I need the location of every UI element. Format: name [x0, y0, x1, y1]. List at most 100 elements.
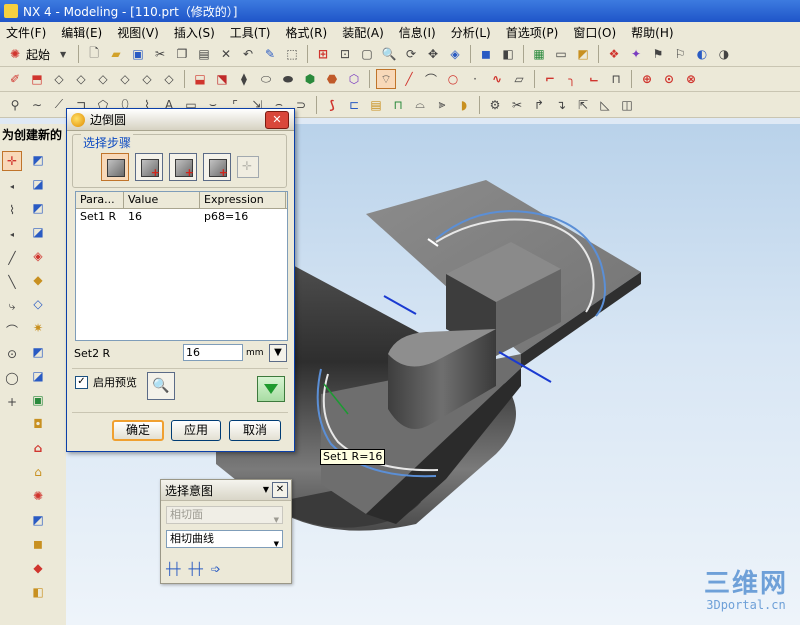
paste-icon[interactable]: ▤: [195, 45, 213, 63]
ok-button[interactable]: 确定: [112, 420, 164, 441]
wave-curve-icon[interactable]: ∼: [28, 96, 46, 114]
extrude-icon[interactable]: ⬒: [28, 70, 46, 88]
start-icon[interactable]: ✺: [6, 45, 24, 63]
enable-preview-checkbox[interactable]: ✓: [75, 375, 88, 389]
render-style-icon[interactable]: ◼: [477, 45, 495, 63]
menu-information[interactable]: 信息(I): [399, 24, 436, 41]
zoom-icon[interactable]: 🔍: [380, 45, 398, 63]
show-icon[interactable]: ⚐: [671, 45, 689, 63]
column-header-expression[interactable]: Expression: [200, 192, 286, 208]
chevron-icon[interactable]: ◂: [3, 225, 21, 243]
column-header-value[interactable]: Value: [124, 192, 200, 208]
face-rule-select[interactable]: 相切面 ▼: [166, 506, 283, 524]
object-display-icon[interactable]: ✦: [627, 45, 645, 63]
start-label[interactable]: 起始: [26, 46, 50, 63]
apply-button[interactable]: 应用: [171, 420, 221, 441]
spline-icon[interactable]: ∿: [488, 70, 506, 88]
sew-icon[interactable]: ⚙: [486, 96, 504, 114]
line-tool-icon[interactable]: ╱: [3, 249, 21, 267]
sphere-icon[interactable]: ◇: [138, 70, 156, 88]
follow-fillet-icon[interactable]: ┼┼: [166, 562, 180, 576]
menu-tools[interactable]: 工具(T): [230, 24, 271, 41]
surface-5-icon[interactable]: ◆: [29, 271, 47, 289]
arc-tool-icon[interactable]: ⌒: [3, 321, 21, 339]
undo-icon[interactable]: ↶: [239, 45, 257, 63]
shell-icon[interactable]: ⊓: [607, 70, 625, 88]
edge-blend-icon[interactable]: ╮: [563, 70, 581, 88]
stop-at-intersection-icon[interactable]: ┼┼: [188, 562, 202, 576]
hide-icon[interactable]: ⚑: [649, 45, 667, 63]
pad-icon[interactable]: ⧫: [235, 70, 253, 88]
point-set-icon[interactable]: ⚲: [6, 96, 24, 114]
new-file-icon[interactable]: 🗋: [85, 45, 103, 63]
surface-18-icon[interactable]: ◧: [29, 583, 47, 601]
blank-icon[interactable]: ◑: [715, 45, 733, 63]
unite-icon[interactable]: ⬢: [301, 70, 319, 88]
sweep-icon[interactable]: ⌓: [411, 96, 429, 114]
plus-icon[interactable]: +: [3, 393, 21, 411]
ruled-icon[interactable]: ◗: [455, 96, 473, 114]
surface-11-icon[interactable]: ◘: [29, 415, 47, 433]
layer-icon[interactable]: ▦: [530, 45, 548, 63]
circle-tool-icon[interactable]: ◯: [3, 369, 21, 387]
menu-assembly[interactable]: 装配(A): [342, 24, 384, 41]
surface-8-icon[interactable]: ◩: [29, 343, 47, 361]
selection-intent-header[interactable]: 选择意图 ▼ ✕: [161, 480, 291, 501]
zoom-region-icon[interactable]: ▢: [358, 45, 376, 63]
trim-sheet-icon[interactable]: ✂: [508, 96, 526, 114]
step-disabled-button[interactable]: ✛: [237, 156, 259, 178]
surface-3-icon[interactable]: ◩: [29, 199, 47, 217]
menu-format[interactable]: 格式(R): [286, 24, 328, 41]
block-icon[interactable]: ◇: [72, 70, 90, 88]
delete-icon[interactable]: ✕: [217, 45, 235, 63]
step-variable-radius-button[interactable]: +: [135, 153, 163, 181]
column-header-parameter[interactable]: Para...: [76, 192, 124, 208]
sketch-icon[interactable]: ✐: [6, 70, 24, 88]
curve-tools-icon[interactable]: ⌇: [3, 201, 21, 219]
chevron-down-icon[interactable]: ▼: [54, 45, 72, 63]
menu-view[interactable]: 视图(V): [117, 24, 159, 41]
rotate-icon[interactable]: ⟳: [402, 45, 420, 63]
isoparametric-icon[interactable]: ⊏: [345, 96, 363, 114]
surface-12-icon[interactable]: ⌂: [29, 439, 47, 457]
subtract-icon[interactable]: ⬣: [323, 70, 341, 88]
revolve-icon[interactable]: ◇: [50, 70, 68, 88]
section-icon[interactable]: ▤: [367, 96, 385, 114]
save-icon[interactable]: ▣: [129, 45, 147, 63]
orient-view-icon[interactable]: ◧: [499, 45, 517, 63]
trim-body-icon[interactable]: ⌔: [376, 69, 396, 89]
surface-10-icon[interactable]: ▣: [29, 391, 47, 409]
menu-analysis[interactable]: 分析(L): [451, 24, 491, 41]
ok-arrow-button[interactable]: [257, 376, 285, 402]
preview-magnifier-button[interactable]: 🔍: [147, 372, 175, 400]
circle-icon[interactable]: ○: [444, 70, 462, 88]
curve-rule-select[interactable]: 相切曲线 ▼: [166, 530, 283, 548]
radius-options-button[interactable]: ▼: [269, 344, 287, 362]
zoom-window-icon[interactable]: ⊡: [336, 45, 354, 63]
bend-tool-icon[interactable]: ⤷: [3, 297, 21, 315]
select-filter-icon[interactable]: ⬚: [283, 45, 301, 63]
slash-tool-icon[interactable]: ╲: [3, 273, 21, 291]
step-edge-select-button[interactable]: [101, 153, 129, 181]
groove-icon[interactable]: ⬬: [279, 70, 297, 88]
surface-16-icon[interactable]: ◼: [29, 535, 47, 553]
color-palette-icon[interactable]: ❖: [605, 45, 623, 63]
surface-17-icon[interactable]: ◆: [29, 559, 47, 577]
through-curves-icon[interactable]: ⫸: [433, 96, 451, 114]
step-setback-button[interactable]: +: [169, 153, 197, 181]
cone-icon[interactable]: ◇: [116, 70, 134, 88]
menu-insert[interactable]: 插入(S): [174, 24, 215, 41]
patch-icon[interactable]: ◫: [618, 96, 636, 114]
thicken-icon[interactable]: ↴: [552, 96, 570, 114]
surface-15-icon[interactable]: ◩: [29, 511, 47, 529]
perspective-icon[interactable]: ◈: [446, 45, 464, 63]
boss-icon[interactable]: ⬓: [191, 70, 209, 88]
datum-csys-icon[interactable]: ⊗: [682, 70, 700, 88]
menu-preferences[interactable]: 首选项(P): [506, 24, 559, 41]
draft-icon[interactable]: ◺: [596, 96, 614, 114]
invert-show-icon[interactable]: ◐: [693, 45, 711, 63]
surface-14-icon[interactable]: ✺: [29, 487, 47, 505]
mesh-icon[interactable]: ◈: [29, 247, 47, 265]
surface-13-icon[interactable]: ⌂: [29, 463, 47, 481]
menu-file[interactable]: 文件(F): [6, 24, 46, 41]
